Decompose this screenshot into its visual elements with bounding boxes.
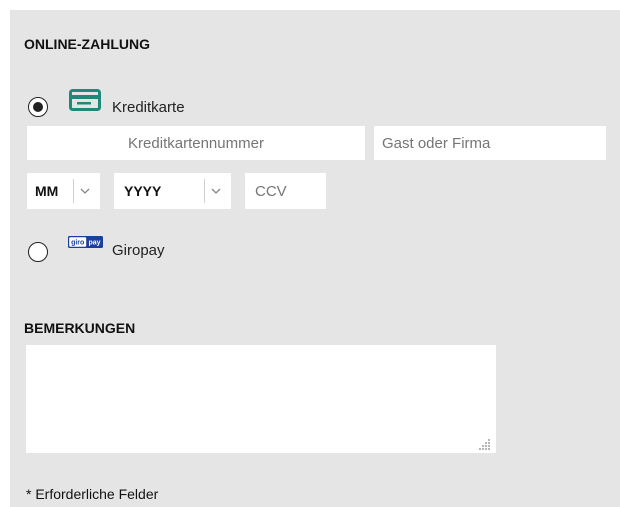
resize-handle-icon[interactable]: [479, 437, 491, 450]
online-payment-title: ONLINE-ZAHLUNG: [24, 36, 150, 52]
name-input[interactable]: [374, 126, 606, 160]
ccv-input[interactable]: [245, 173, 326, 209]
radio-selected-dot: [32, 101, 43, 112]
remarks-textarea[interactable]: [26, 345, 496, 453]
radio-kreditkarte[interactable]: [28, 97, 48, 117]
svg-text:giro: giro: [71, 240, 84, 247]
svg-text:pay: pay: [88, 240, 100, 247]
chevron-down-icon: [73, 179, 96, 203]
giropay-logo-icon: giro pay: [68, 235, 103, 248]
month-select[interactable]: MM: [27, 173, 100, 209]
required-fields-note: * Erforderliche Felder: [26, 486, 159, 502]
month-select-value: MM: [35, 183, 59, 199]
year-select[interactable]: YYYY: [114, 173, 231, 209]
kreditkarte-label: Kreditkarte: [112, 99, 185, 116]
year-select-value: YYYY: [124, 183, 162, 199]
chevron-down-icon: [204, 179, 227, 203]
giropay-label: Giropay: [112, 242, 165, 259]
card-number-input[interactable]: [27, 126, 365, 160]
credit-card-icon: [69, 89, 101, 111]
remarks-title: BEMERKUNGEN: [24, 320, 136, 336]
radio-giropay[interactable]: [28, 242, 48, 262]
